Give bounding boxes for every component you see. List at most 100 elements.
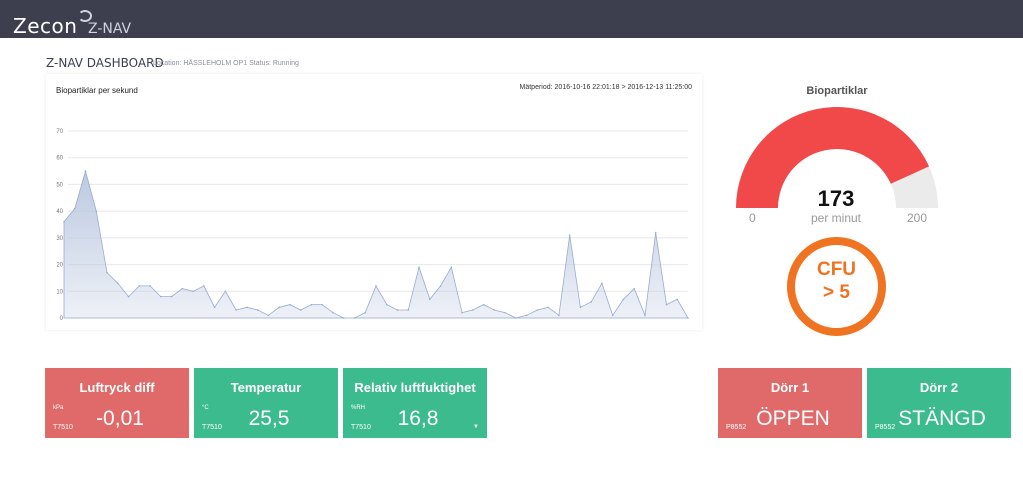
gauge-max-label: 200: [907, 211, 928, 225]
data-point[interactable]: [116, 282, 119, 285]
tile-value: 16,8: [397, 407, 439, 430]
tile-pressure-diff[interactable]: Luftryck diff kPa T7510 -0,01: [45, 368, 189, 438]
data-point[interactable]: [160, 295, 162, 298]
data-point[interactable]: [654, 231, 657, 234]
data-point[interactable]: [407, 309, 410, 311]
gauge-title: Biopartiklar: [806, 85, 868, 97]
location-status: Location: HÄSSLEHOLM OP1 Status: Running: [153, 60, 299, 67]
tile-temperature[interactable]: Temperatur °C T7510 25,5: [194, 368, 338, 438]
tile-value: -0,01: [96, 407, 144, 430]
y-tick-label: 10: [56, 289, 63, 295]
cfu-label: CFU: [816, 259, 857, 280]
data-point[interactable]: [558, 314, 560, 317]
tile-title: Relativ luftfuktighet: [354, 380, 476, 395]
logo-subtitle: Z-NAV: [88, 21, 132, 37]
data-point[interactable]: [63, 221, 65, 223]
data-point[interactable]: [149, 285, 151, 287]
data-point[interactable]: [547, 306, 549, 309]
data-point[interactable]: [181, 287, 184, 290]
tile-humidity[interactable]: Relativ luftfuktighet %RH T7510 16,8 ▼: [343, 368, 487, 438]
data-point[interactable]: [644, 314, 646, 317]
data-point[interactable]: [418, 266, 420, 269]
data-point[interactable]: [375, 285, 377, 287]
data-point[interactable]: [106, 271, 108, 274]
tile-title: Dörr 2: [919, 380, 959, 395]
data-point[interactable]: [73, 207, 76, 210]
tile-door-1[interactable]: Dörr 1 P8552 ÖPPEN: [718, 368, 862, 438]
data-point[interactable]: [278, 306, 280, 309]
data-point[interactable]: [396, 309, 399, 311]
y-tick-label: 0: [60, 316, 64, 322]
data-point[interactable]: [482, 303, 485, 306]
data-point[interactable]: [633, 287, 636, 290]
data-point[interactable]: [170, 295, 173, 298]
chart-title: Biopartiklar per sekund: [56, 86, 138, 95]
gauge-min-label: 0: [749, 211, 756, 225]
data-point[interactable]: [450, 266, 453, 269]
data-point[interactable]: [461, 311, 463, 314]
series-area[interactable]: [63, 169, 689, 319]
tile-title: Temperatur: [230, 380, 302, 395]
data-point[interactable]: [504, 311, 506, 314]
data-point[interactable]: [428, 298, 431, 301]
y-tick-label: 60: [56, 156, 63, 162]
data-point[interactable]: [676, 298, 679, 301]
data-point[interactable]: [192, 290, 194, 293]
tile-value: ÖPPEN: [756, 407, 830, 430]
gauge-unit: per minut: [810, 211, 862, 225]
tile-value: STÄNGD: [898, 407, 986, 430]
tile-door-2[interactable]: Dörr 2 P8552 STÄNGD: [867, 368, 1011, 438]
data-point[interactable]: [611, 314, 614, 317]
data-point[interactable]: [687, 317, 689, 319]
measurement-period: Mätperiod: 2016-10-16 22:01:18 > 2016-12…: [519, 84, 692, 91]
tile-title: Luftryck diff: [79, 380, 155, 395]
data-point[interactable]: [310, 303, 313, 306]
data-point[interactable]: [493, 309, 496, 311]
data-point[interactable]: [95, 210, 98, 212]
data-point[interactable]: [203, 285, 205, 287]
data-point[interactable]: [590, 301, 592, 303]
y-tick-label: 70: [56, 129, 63, 135]
y-tick-label: 30: [56, 236, 63, 242]
tile-title: Dörr 1: [770, 380, 810, 395]
data-point[interactable]: [385, 303, 388, 306]
data-point[interactable]: [267, 314, 270, 317]
data-point[interactable]: [256, 309, 259, 311]
data-point[interactable]: [289, 303, 291, 306]
data-point[interactable]: [332, 311, 334, 314]
data-point[interactable]: [364, 311, 367, 314]
data-point[interactable]: [353, 317, 356, 319]
caret-down-icon[interactable]: ▼: [473, 424, 479, 430]
data-point[interactable]: [138, 285, 141, 287]
data-point[interactable]: [127, 295, 130, 298]
data-point[interactable]: [622, 298, 625, 301]
data-point[interactable]: [321, 303, 324, 306]
data-point[interactable]: [665, 303, 668, 306]
data-point[interactable]: [601, 282, 603, 285]
page-title: Z-NAV DASHBOARD: [46, 56, 164, 70]
top-navbar: Zecon Z-NAV: [0, 0, 1023, 38]
data-point[interactable]: [439, 285, 442, 287]
data-point[interactable]: [568, 234, 571, 236]
data-point[interactable]: [342, 317, 345, 319]
tile-value: 25,5: [248, 407, 290, 430]
data-point[interactable]: [299, 309, 302, 311]
cfu-value: > 5: [823, 282, 850, 303]
data-point[interactable]: [536, 309, 539, 311]
data-point[interactable]: [84, 170, 87, 172]
y-tick-label: 50: [56, 182, 63, 188]
data-point[interactable]: [579, 306, 582, 309]
y-tick-label: 20: [56, 263, 63, 269]
y-tick-label: 40: [56, 209, 63, 215]
data-point[interactable]: [224, 290, 227, 293]
data-point[interactable]: [213, 306, 216, 309]
data-point[interactable]: [472, 309, 474, 311]
data-point[interactable]: [525, 314, 528, 317]
gauge-value: 173: [817, 186, 855, 211]
particle-area-chart[interactable]: 0 10 20 30 40 50 60 70: [46, 114, 702, 330]
data-point[interactable]: [235, 309, 237, 311]
cfu-indicator: CFU > 5: [787, 258, 886, 304]
data-point[interactable]: [246, 306, 248, 309]
data-point[interactable]: [515, 317, 517, 319]
logo-text[interactable]: Zecon: [13, 14, 77, 38]
